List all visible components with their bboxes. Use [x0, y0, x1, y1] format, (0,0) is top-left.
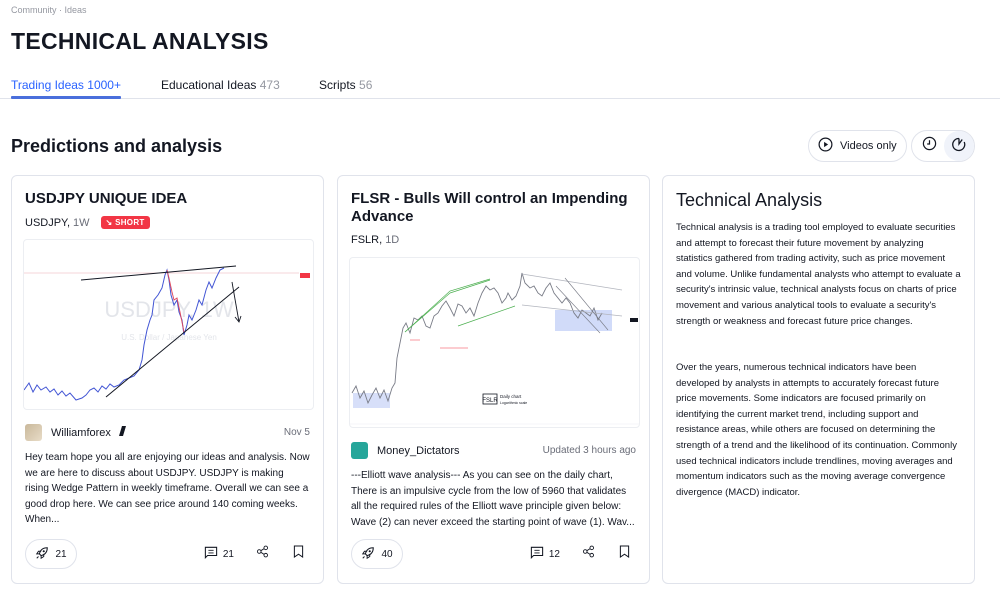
author-row: Money_Dictators Updated 3 hours ago: [351, 442, 636, 459]
comment-icon: [530, 546, 544, 562]
tab-count: 1000+: [87, 78, 121, 92]
tab-label: Trading Ideas: [11, 78, 84, 92]
short-badge: ↘ SHORT: [100, 216, 150, 229]
info-title: Technical Analysis: [676, 190, 823, 210]
share-button[interactable]: [582, 545, 595, 563]
avatar[interactable]: [351, 442, 368, 459]
idea-symbol[interactable]: USDJPY, 1W ↘ SHORT: [25, 216, 150, 229]
pro-badge-icon: [118, 426, 126, 439]
share-button[interactable]: [256, 545, 269, 563]
share-icon: [256, 545, 269, 563]
comments-button[interactable]: 21: [204, 546, 234, 562]
symbol-name: FSLR,: [351, 234, 383, 246]
sort-popular-button[interactable]: [944, 131, 974, 161]
badge-label: SHORT: [115, 218, 145, 227]
idea-footer: 40 12: [351, 539, 636, 569]
timeframe: 1W: [73, 216, 90, 229]
idea-description[interactable]: Hey team hope you all are enjoying our i…: [25, 450, 310, 528]
idea-card[interactable]: USDJPY UNIQUE IDEA USDJPY, 1W ↘ SHORT US…: [11, 175, 324, 584]
videos-only-label: Videos only: [840, 140, 897, 152]
chart-label-line2: Logarithmic scale: [500, 401, 527, 405]
chart-watermark-subtitle: U.S. Dollar / Japanese Yen: [121, 333, 217, 342]
avatar[interactable]: [25, 424, 42, 441]
section-title: Predictions and analysis: [11, 136, 223, 156]
share-icon: [582, 545, 595, 563]
sort-toggle: [911, 130, 975, 162]
play-icon: [818, 137, 833, 155]
info-paragraph: Technical analysis is a trading tool emp…: [676, 222, 961, 327]
publish-date: Updated 3 hours ago: [542, 445, 636, 456]
popular-icon: [951, 136, 967, 157]
boost-count: 21: [55, 548, 67, 560]
comment-count: 21: [222, 548, 234, 560]
chart-label-line1: Daily chart: [500, 394, 522, 399]
idea-footer: 21 21: [25, 539, 310, 569]
author-name[interactable]: Money_Dictators: [377, 445, 460, 457]
idea-card[interactable]: FLSR - Bulls Will control an Impending A…: [337, 175, 650, 584]
tab-scripts[interactable]: Scripts 56: [319, 78, 372, 92]
idea-description[interactable]: ---Elliott wave analysis--- As you can s…: [351, 468, 636, 530]
timeframe: 1D: [385, 234, 400, 246]
rocket-icon: [35, 546, 49, 563]
publish-date: Nov 5: [283, 427, 310, 438]
arrow-down-right-icon: ↘: [105, 218, 113, 227]
bookmark-button[interactable]: [619, 545, 630, 563]
tab-trading-ideas[interactable]: Trading Ideas 1000+: [11, 78, 121, 92]
comments-button[interactable]: 12: [530, 546, 560, 562]
bookmark-icon: [293, 545, 304, 563]
tab-count: 56: [359, 78, 373, 92]
bookmark-button[interactable]: [293, 545, 304, 563]
boost-button[interactable]: 21: [25, 539, 77, 569]
clock-icon: [922, 136, 937, 156]
videos-only-button[interactable]: Videos only: [808, 130, 907, 162]
comment-count: 12: [548, 548, 560, 560]
idea-title[interactable]: USDJPY UNIQUE IDEA: [25, 190, 310, 208]
boost-count: 40: [381, 548, 393, 560]
comment-icon: [204, 546, 218, 562]
page-title: TECHNICAL ANALYSIS: [11, 28, 269, 54]
bookmark-icon: [619, 545, 630, 563]
info-card: Technical Analysis Technical analysis is…: [662, 175, 975, 584]
chart-label-logo: FSLR: [482, 398, 498, 404]
author-row: Williamforex Nov 5: [25, 424, 310, 441]
idea-symbol[interactable]: FSLR, 1D: [351, 234, 399, 246]
chart-watermark: USDJPY, 1W: [104, 297, 233, 322]
idea-title[interactable]: FLSR - Bulls Will control an Impending A…: [351, 190, 636, 226]
boost-button[interactable]: 40: [351, 539, 403, 569]
tab-educational-ideas[interactable]: Educational Ideas 473: [161, 78, 280, 92]
info-paragraph: Over the years, numerous technical indic…: [676, 362, 957, 498]
author-name[interactable]: Williamforex: [51, 427, 111, 439]
idea-chart-thumbnail[interactable]: FSLR Daily chart Logarithmic scale: [349, 257, 640, 428]
tab-count: 473: [259, 78, 280, 92]
rocket-icon: [361, 546, 375, 563]
fslr-chart: FSLR Daily chart Logarithmic scale: [350, 272, 639, 425]
sort-recent-button[interactable]: [914, 131, 944, 161]
usdjpy-chart: USDJPY, 1W U.S. Dollar / Japanese Yen: [24, 265, 310, 401]
tab-label: Educational Ideas: [161, 78, 257, 92]
active-tab-indicator: [11, 96, 121, 99]
symbol-name: USDJPY,: [25, 216, 71, 229]
idea-chart-thumbnail[interactable]: USDJPY, 1W U.S. Dollar / Japanese Yen: [23, 239, 314, 410]
breadcrumb[interactable]: Community · Ideas: [11, 5, 87, 15]
tab-label: Scripts: [319, 78, 356, 92]
tab-bar: Trading Ideas 1000+ Educational Ideas 47…: [0, 70, 1000, 99]
